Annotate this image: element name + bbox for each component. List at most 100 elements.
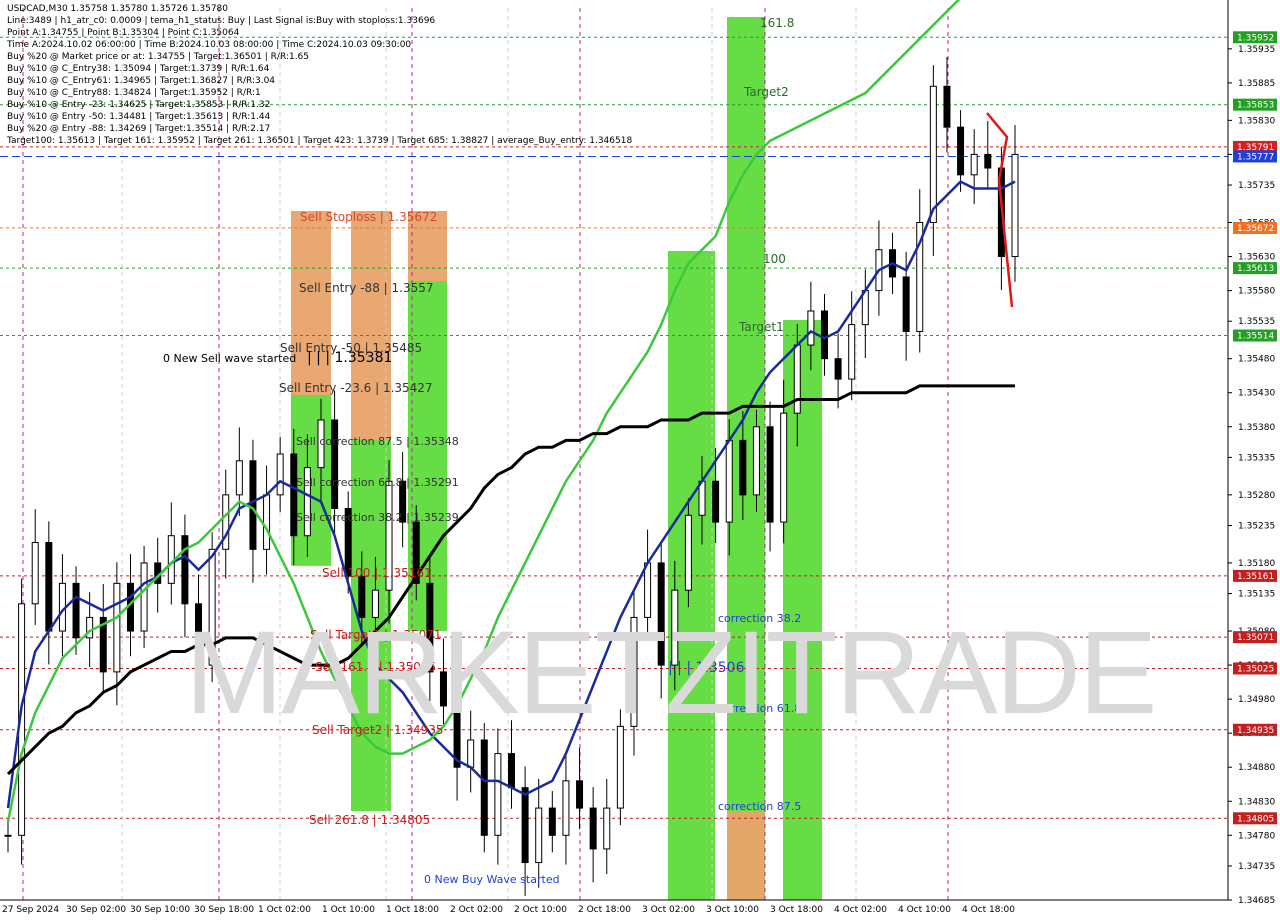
zone-label: Sell correction 38.2 | 1.35239	[296, 511, 459, 524]
y-tick-label: 1.34780	[1238, 831, 1275, 841]
candle-body	[181, 535, 189, 605]
zone-label: 0 New Buy Wave started	[424, 873, 560, 886]
y-tick-label: 1.34980	[1238, 695, 1275, 705]
candle-body	[943, 85, 951, 128]
price-level-label: 1.34935	[1237, 726, 1274, 736]
info-line: Buy %10 @ C_Entry38: 1.35094 | Target:1.…	[7, 64, 270, 74]
info-line: Buy %10 @ C_Entry61: 1.34965 | Target:1.…	[7, 76, 276, 86]
chart-title: USDCAD,M30 1.35758 1.35780 1.35726 1.357…	[7, 4, 228, 14]
y-tick-label: 1.34880	[1238, 763, 1275, 773]
price-level-label: 1.35514	[1237, 332, 1274, 342]
info-line: Buy %20 @ Entry -88: 1.34269 | Target:1.…	[7, 124, 271, 134]
candle-body	[603, 807, 611, 850]
x-tick-label: 1 Oct 10:00	[322, 905, 375, 915]
zone-label: Sell 261.8 | 1.34805	[309, 813, 430, 827]
y-tick-label: 1.35735	[1238, 181, 1275, 191]
candle-body	[276, 453, 284, 496]
candle-body	[752, 426, 760, 496]
candle-body	[249, 460, 257, 550]
candle-body	[45, 542, 53, 632]
price-level-label: 1.35777	[1237, 152, 1274, 162]
price-level-label: 1.35952	[1237, 33, 1274, 43]
zone-label: 100	[763, 252, 786, 266]
candle-body	[725, 439, 733, 523]
candle-body	[508, 753, 515, 789]
candle-body	[222, 494, 230, 550]
candle-body	[957, 126, 965, 176]
zone-label: | | | 1.35381	[307, 350, 392, 366]
candle-body	[113, 582, 121, 673]
zone-label: 0 New Sell wave started	[163, 352, 296, 365]
y-tick-label: 1.34830	[1238, 797, 1275, 807]
candle-body	[494, 753, 502, 836]
candle-body	[902, 276, 910, 332]
y-tick-label: 1.35935	[1238, 45, 1275, 55]
price-level-label: 1.35025	[1237, 664, 1274, 674]
candle-body	[521, 787, 529, 864]
candle-body	[548, 807, 556, 836]
y-tick-label: 1.35480	[1238, 355, 1275, 365]
price-level-label: 1.34805	[1237, 814, 1274, 824]
candle-body	[807, 310, 815, 346]
x-tick-label: 3 Oct 10:00	[706, 905, 759, 915]
watermark: MARKETZITRADE	[185, 607, 1157, 739]
x-tick-label: 4 Oct 10:00	[898, 905, 951, 915]
candle-body	[780, 412, 788, 523]
candle-body	[970, 153, 978, 176]
candle-body	[480, 739, 488, 836]
x-tick-label: 30 Sep 18:00	[194, 905, 254, 915]
x-tick-label: 2 Oct 10:00	[514, 905, 567, 915]
y-tick-label: 1.35430	[1238, 389, 1275, 399]
x-tick-label: 1 Oct 02:00	[258, 905, 311, 915]
candle-body	[331, 419, 339, 509]
candle-body	[576, 780, 584, 809]
y-tick-label: 1.35380	[1238, 423, 1275, 433]
candle-body	[235, 460, 243, 496]
zone-label: Sell correction 61.8 | 1.35291	[296, 476, 459, 489]
price-level-label: 1.35853	[1237, 101, 1274, 111]
candle-body	[834, 358, 842, 380]
candle-body	[562, 780, 570, 836]
info-line: Buy %20 @ Market price or at: 1.34755 | …	[7, 52, 310, 62]
zone-label: Sell correction 87.5 | 1.35348	[296, 435, 459, 448]
x-tick-label: 3 Oct 02:00	[642, 905, 695, 915]
x-tick-label: 4 Oct 18:00	[962, 905, 1015, 915]
candle-body	[848, 324, 856, 380]
candle-body	[535, 807, 543, 864]
zone-block	[727, 811, 765, 900]
info-line: Point A:1.34755 | Point B:1.35304 | Poin…	[7, 28, 240, 38]
zone-label: Sell Stoploss | 1.35672	[300, 210, 437, 224]
candle-body	[263, 494, 271, 550]
info-line: Line:3489 | h1_atr_c0: 0.0009 | tema_h1_…	[7, 16, 436, 26]
info-line: Target100: 1.35613 | Target 161: 1.35952…	[7, 136, 633, 146]
x-tick-label: 1 Oct 18:00	[386, 905, 439, 915]
zone-label: 161.8	[760, 16, 794, 30]
candle-body	[4, 834, 12, 837]
candle-body	[72, 582, 80, 639]
info-line: Buy %10 @ Entry -23: 1.34625 | Target:1.…	[7, 100, 271, 110]
x-tick-label: 30 Sep 10:00	[130, 905, 190, 915]
y-tick-label: 1.35235	[1238, 521, 1275, 531]
y-tick-label: 1.34685	[1238, 896, 1275, 906]
x-tick-label: 30 Sep 02:00	[66, 905, 126, 915]
y-tick-label: 1.35885	[1238, 79, 1275, 89]
y-tick-label: 1.35280	[1238, 491, 1275, 501]
y-tick-label: 1.35630	[1238, 253, 1275, 263]
zone-label: Sell Entry -88 | 1.3557	[299, 281, 433, 295]
candle-body	[1011, 153, 1019, 258]
y-tick-label: 1.35335	[1238, 453, 1275, 463]
candle-body	[31, 542, 39, 605]
candle-body	[589, 807, 597, 850]
zone-label: Target2	[743, 85, 789, 99]
x-tick-label: 2 Oct 02:00	[450, 905, 503, 915]
y-tick-label: 1.35135	[1238, 590, 1275, 600]
zone-label: Sell 100 | 1.35161	[322, 566, 432, 580]
y-tick-label: 1.34735	[1238, 862, 1275, 872]
candle-body	[684, 514, 692, 591]
info-line: Buy %10 @ Entry -50: 1.34481 | Target:1.…	[7, 112, 271, 122]
x-tick-label: 2 Oct 18:00	[578, 905, 631, 915]
price-level-label: 1.35613	[1237, 264, 1274, 274]
y-tick-label: 1.35830	[1238, 116, 1275, 126]
candle-body	[766, 426, 774, 523]
price-level-label: 1.35071	[1237, 633, 1274, 643]
